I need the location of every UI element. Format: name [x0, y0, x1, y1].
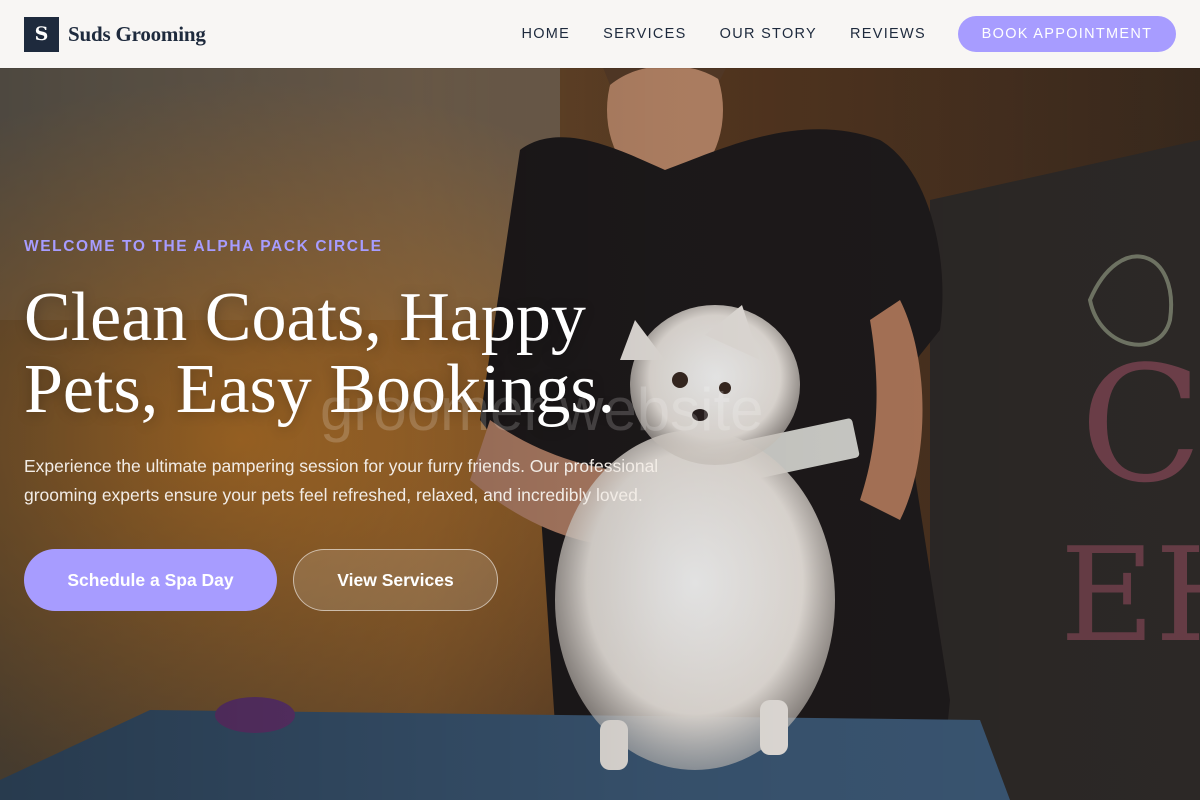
hero-headline: Clean Coats, Happy Pets, Easy Bookings. [24, 279, 616, 428]
hero-button-row: Schedule a Spa Day View Services [24, 549, 724, 611]
hero-eyebrow: WELCOME TO THE ALPHA PACK CIRCLE [24, 238, 383, 255]
view-services-button[interactable]: View Services [293, 549, 498, 611]
hero-section: C EH groomer website [0, 0, 1200, 800]
logo-mark-icon: S [24, 16, 59, 52]
book-appointment-button[interactable]: BOOK APPOINTMENT [958, 16, 1176, 52]
hero-subtext: Experience the ultimate pampering sessio… [24, 456, 659, 505]
nav-link-services[interactable]: SERVICES [603, 26, 686, 42]
nav-link-reviews[interactable]: REVIEWS [850, 26, 926, 42]
nav-links: HOME SERVICES OUR STORY REVIEWS BOOK APP… [521, 16, 1176, 52]
nav-link-our-story[interactable]: OUR STORY [720, 26, 817, 42]
brand-logo[interactable]: S Suds Grooming [24, 16, 206, 52]
hero-content: WELCOME TO THE ALPHA PACK CIRCLE Clean C… [24, 238, 724, 611]
schedule-spa-day-button[interactable]: Schedule a Spa Day [24, 549, 277, 611]
nav-link-home[interactable]: HOME [521, 26, 570, 42]
brand-name: Suds Grooming [68, 21, 206, 46]
top-navigation: S Suds Grooming HOME SERVICES OUR STORY … [0, 0, 1200, 68]
